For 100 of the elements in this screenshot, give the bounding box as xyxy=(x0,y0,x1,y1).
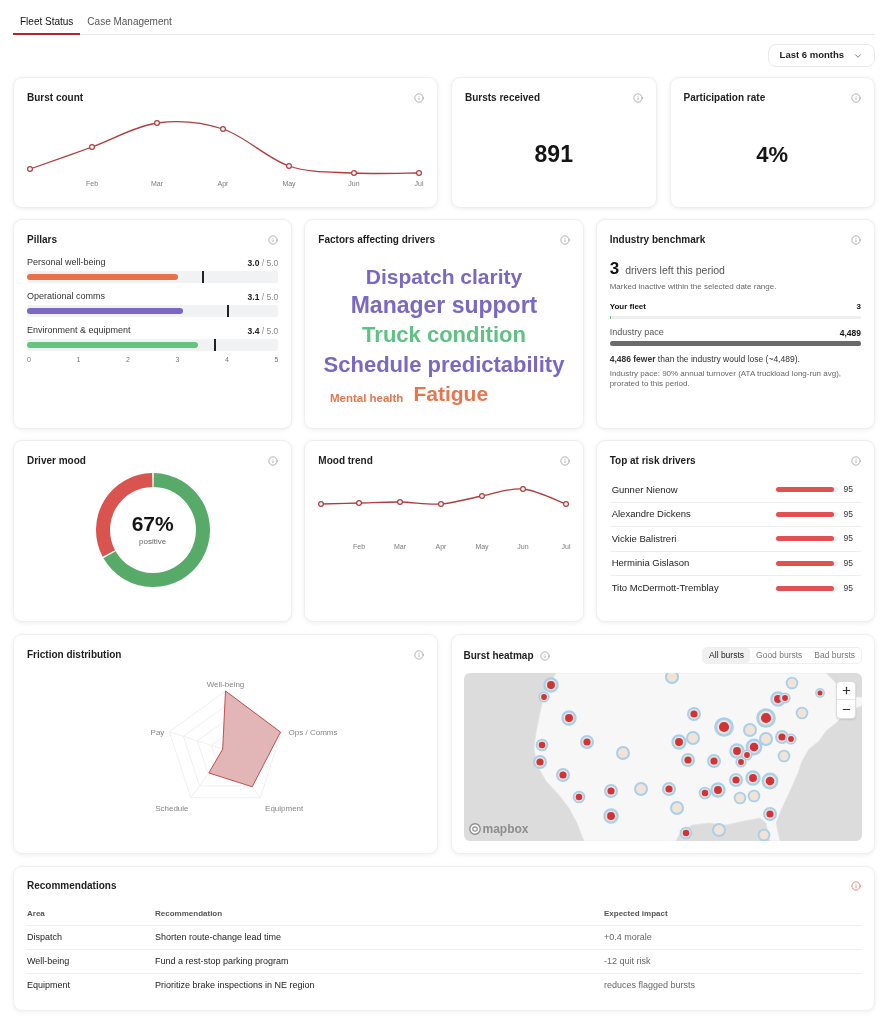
table-cell-text: Equipment xyxy=(27,979,72,993)
card-title: Bursts received xyxy=(465,92,541,104)
heat-spot xyxy=(535,738,548,752)
data-point xyxy=(438,501,445,507)
info-icon[interactable] xyxy=(539,650,550,661)
heat-spot xyxy=(603,784,618,798)
filter-tab[interactable]: All bursts xyxy=(703,648,751,663)
factor-word: Mental health xyxy=(329,392,404,405)
benchmark-value: 4,489 xyxy=(839,326,861,340)
drivers-left-label: drivers left this period xyxy=(625,263,725,278)
factor-word: Manager support xyxy=(350,293,538,319)
heat-spot xyxy=(615,746,630,760)
heat-spot xyxy=(698,786,711,800)
benchmark-label: Industry pace xyxy=(609,326,664,340)
heat-spot xyxy=(560,710,577,726)
factor-word: Dispatch clarity xyxy=(365,265,523,289)
heat-spot xyxy=(711,823,726,837)
heat-spot xyxy=(602,808,619,824)
heat-spot xyxy=(706,754,721,768)
driver-name: Gunner Nienow xyxy=(611,482,679,497)
info-icon[interactable] xyxy=(851,235,861,245)
column-header: Area xyxy=(27,907,46,920)
axis-label: Pay xyxy=(150,727,165,737)
heat-spot xyxy=(633,782,648,796)
info-icon[interactable] xyxy=(559,456,570,466)
drivers-left-count: 3 xyxy=(609,259,620,279)
date-range-dropdown[interactable]: Last 6 months xyxy=(767,44,875,67)
filter-tab[interactable]: Good bursts xyxy=(750,648,809,663)
card-title: Factors affecting drivers xyxy=(318,234,436,246)
info-icon[interactable] xyxy=(413,650,424,660)
risk-score: 95 xyxy=(843,532,853,546)
metric-value: 891 xyxy=(534,139,573,169)
data-point xyxy=(89,144,95,150)
factor-word: Schedule predictability xyxy=(323,352,565,377)
heat-spot xyxy=(733,791,746,805)
risk-score: 95 xyxy=(843,507,853,521)
data-point xyxy=(318,501,325,507)
card-title: Recommendations xyxy=(27,880,117,892)
pillar-label: Operational comms xyxy=(27,290,106,304)
table-cell-text: Well-being xyxy=(27,954,71,968)
heat-spot xyxy=(532,755,547,769)
column-header: Expected impact xyxy=(604,907,669,920)
info-icon[interactable] xyxy=(851,93,861,103)
plus-icon xyxy=(840,685,852,696)
heat-spot xyxy=(686,707,701,721)
heat-spot xyxy=(755,708,776,728)
benchmark-value: 3 xyxy=(856,301,861,313)
heat-spot xyxy=(661,782,676,796)
driver-name: Alexandre Dickens xyxy=(611,507,692,522)
table-cell-text: -12 quit risk xyxy=(604,954,652,968)
info-icon[interactable] xyxy=(632,93,643,103)
data-point xyxy=(356,500,363,506)
heat-spot xyxy=(785,676,798,690)
pillar-score: 3.4 / 5.0 xyxy=(247,324,279,338)
data-point xyxy=(563,501,570,507)
data-point xyxy=(397,499,404,505)
driver-name: Tito McDermott-Tremblay xyxy=(611,581,720,596)
tab[interactable]: Case Management xyxy=(80,16,179,35)
info-icon[interactable] xyxy=(851,456,861,466)
mood-label: positive xyxy=(139,536,167,548)
driver-name: Vickie Balistreri xyxy=(611,531,678,546)
heat-spot xyxy=(795,706,808,720)
card-title: Burst heatmap xyxy=(463,649,534,662)
axis-label: Equipment xyxy=(265,803,304,813)
heat-spot xyxy=(579,735,594,749)
tab[interactable]: Fleet Status xyxy=(13,16,81,35)
heat-spot xyxy=(747,789,760,803)
heat-spot xyxy=(757,828,770,841)
info-icon[interactable] xyxy=(268,235,279,245)
info-icon[interactable] xyxy=(851,881,861,891)
footnote-text: Industry pace: 90% annual turnover (ATA truckload long-run avg), prorated to this period. xyxy=(609,369,843,389)
pillar-score: 3.1 / 5.0 xyxy=(247,290,279,304)
heat-spot xyxy=(777,749,790,763)
table-cell-text: Prioritize brake inspections in NE region xyxy=(155,979,316,993)
benchmark-label: Your fleet xyxy=(609,301,646,313)
card-title: Friction distribution xyxy=(27,649,122,661)
data-point xyxy=(416,170,422,176)
table-cell-text: Fund a rest-stop parking program xyxy=(155,954,290,968)
card-title: Burst count xyxy=(27,92,84,104)
axis-label: Well-being xyxy=(206,680,245,689)
info-icon[interactable] xyxy=(559,235,570,245)
heat-spot xyxy=(670,734,687,750)
axis-label: Ops / Comms xyxy=(288,727,338,737)
heat-spot xyxy=(728,773,743,787)
filter-tab[interactable]: Bad bursts xyxy=(808,648,861,663)
data-point xyxy=(27,166,33,172)
info-icon[interactable] xyxy=(414,93,424,103)
table-cell-text: reduces flagged bursts xyxy=(604,979,697,993)
heat-spot xyxy=(555,768,570,782)
note-text: Marked inactive within the selected date range. xyxy=(609,282,778,291)
info-icon[interactable] xyxy=(268,456,279,466)
data-point xyxy=(154,120,160,126)
heat-spot xyxy=(762,807,777,821)
driver-name: Herminia Gislason xyxy=(611,556,691,571)
card-title: Mood trend xyxy=(318,455,373,467)
risk-score: 95 xyxy=(843,556,853,570)
axis-label: Schedule xyxy=(155,803,189,813)
heat-spot xyxy=(542,677,559,693)
card-title: Industry benchmark xyxy=(609,234,706,246)
pillar-label: Personal well-being xyxy=(27,256,106,270)
